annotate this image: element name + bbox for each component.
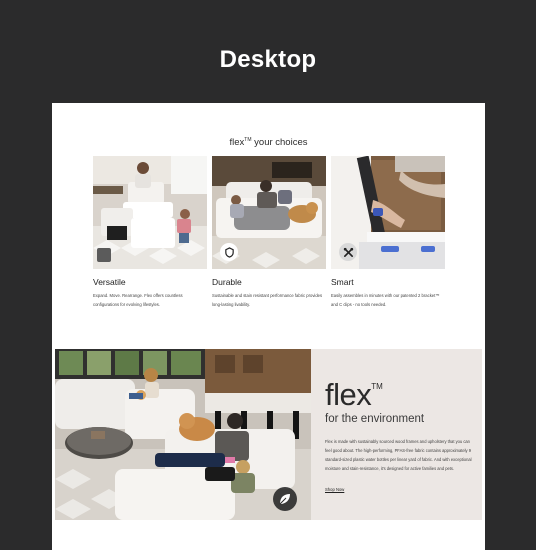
environment-photo <box>55 349 311 520</box>
environment-body: Flex is made with sustainably sourced wo… <box>325 439 472 471</box>
versatile-photo <box>93 156 207 269</box>
choices-title-brand: flex <box>229 137 245 148</box>
smart-photo <box>331 156 445 269</box>
card-durable-title: Durable <box>212 277 242 287</box>
page-heading: Desktop <box>219 46 317 73</box>
card-versatile[interactable]: Versatile Expand. Move. Rearrange. Flex … <box>93 156 207 309</box>
shop-now-link[interactable]: Shop Now <box>325 487 344 492</box>
card-durable-description: Sustainable and stain resistant performa… <box>212 293 323 307</box>
leaf-icon <box>273 487 297 511</box>
card-versatile-description: Expand. Move. Rearrange. Flex offers cou… <box>93 293 183 307</box>
card-durable[interactable]: Durable Sustainable and stain resistant … <box>212 156 326 309</box>
choices-title-tm: TM <box>244 137 252 143</box>
flex-logo: flexTM <box>325 379 383 410</box>
shield-outline-icon <box>220 243 238 261</box>
card-smart-title: Smart <box>331 277 354 287</box>
card-versatile-title: Versatile <box>93 277 126 287</box>
choices-title: flexTM your choices <box>52 137 485 148</box>
tools-icon <box>339 243 357 261</box>
environment-section: flexTM for the environment Flex is made … <box>55 349 482 520</box>
desktop-preview: flexTM your choices Versatile Expand. Mo… <box>52 103 485 550</box>
environment-text-panel: flexTM for the environment Flex is made … <box>311 349 482 520</box>
card-smart[interactable]: Smart Easily assembles in minutes with o… <box>331 156 445 309</box>
choices-title-rest: your choices <box>251 137 308 148</box>
environment-subtitle: for the environment <box>325 413 425 425</box>
flex-logo-text: flex <box>325 377 372 412</box>
flex-logo-tm: TM <box>371 382 383 391</box>
durable-photo <box>212 156 326 269</box>
card-smart-description: Easily assembles in minutes with our pat… <box>331 293 440 307</box>
